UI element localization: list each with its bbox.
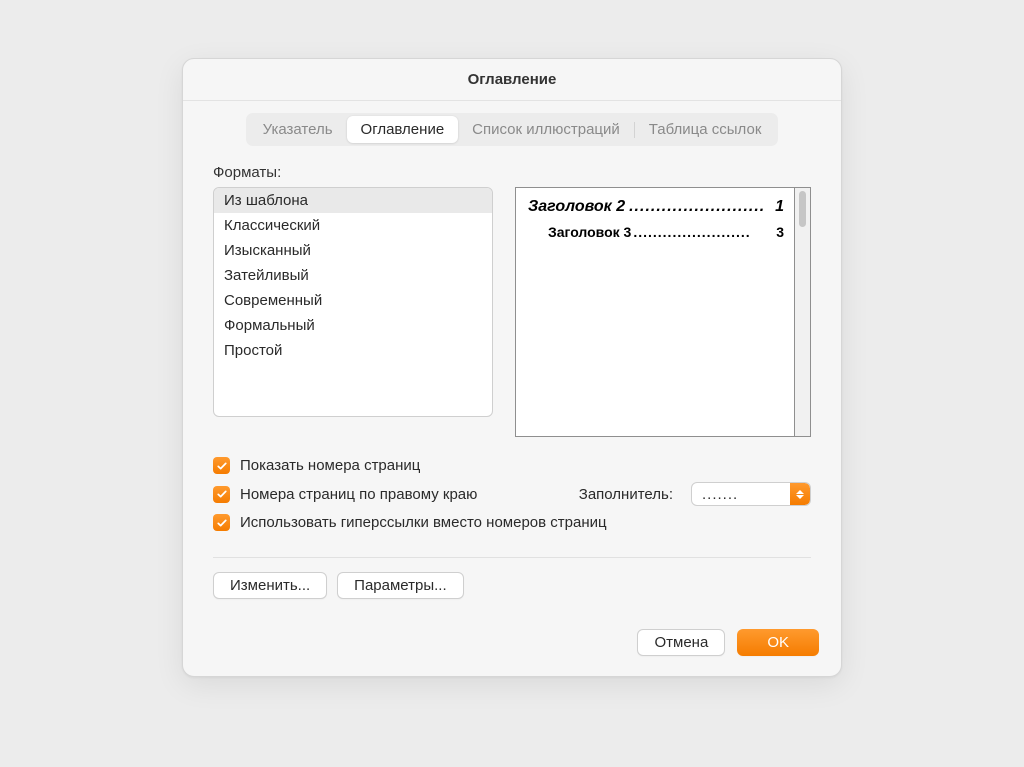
preview-scrollbar[interactable]: [795, 187, 811, 437]
formats-label: Форматы:: [213, 164, 811, 181]
formats-listbox[interactable]: Из шаблона Классический Изысканный Затей…: [213, 187, 493, 417]
checkbox-label: Номера страниц по правому краю: [240, 486, 477, 503]
preview-dots: ........................: [633, 224, 774, 240]
checkbox-checked-icon[interactable]: [213, 486, 230, 503]
dialog-title: Оглавление: [183, 59, 841, 101]
preview-line-2: Заголовок 3 ........................ 3: [526, 220, 786, 244]
tabs-row: Указатель Оглавление Список иллюстраций …: [183, 101, 841, 154]
columns: Из шаблона Классический Изысканный Затей…: [213, 187, 811, 437]
checkbox-row-right-align[interactable]: Номера страниц по правому краю Заполните…: [213, 478, 811, 510]
checkbox-checked-icon[interactable]: [213, 514, 230, 531]
tab-references[interactable]: Таблица ссылок: [635, 116, 776, 143]
checkbox-row-hyperlinks[interactable]: Использовать гиперссылки вместо номеров …: [213, 510, 811, 535]
filler-value: .......: [702, 486, 738, 503]
checkbox-group: Показать номера страниц Номера страниц п…: [213, 453, 811, 535]
checkbox-checked-icon[interactable]: [213, 457, 230, 474]
options-button[interactable]: Параметры...: [337, 572, 463, 599]
checkbox-label: Показать номера страниц: [240, 457, 420, 474]
format-item[interactable]: Простой: [214, 338, 492, 363]
checkbox-label: Использовать гиперссылки вместо номеров …: [240, 514, 607, 531]
ok-button[interactable]: OK: [737, 629, 819, 656]
preview-heading: Заголовок 3: [548, 224, 631, 240]
tab-index[interactable]: Указатель: [249, 116, 347, 143]
format-item[interactable]: Затейливый: [214, 263, 492, 288]
select-stepper-icon: [790, 483, 810, 505]
preview-page: 1: [775, 198, 784, 216]
format-item[interactable]: Современный: [214, 288, 492, 313]
modify-button[interactable]: Изменить...: [213, 572, 327, 599]
tab-toc[interactable]: Оглавление: [347, 116, 459, 143]
format-item[interactable]: Изысканный: [214, 238, 492, 263]
cancel-button[interactable]: Отмена: [637, 629, 725, 656]
format-item[interactable]: Формальный: [214, 313, 492, 338]
checkbox-row-show-pages[interactable]: Показать номера страниц: [213, 453, 811, 478]
filler-select[interactable]: .......: [691, 482, 811, 506]
dialog-footer: Отмена OK: [183, 613, 841, 676]
divider: [213, 557, 811, 558]
tab-illustrations[interactable]: Список иллюстраций: [458, 116, 634, 143]
tabs-segmented: Указатель Оглавление Список иллюстраций …: [246, 113, 779, 146]
filler-label: Заполнитель:: [579, 486, 673, 503]
dialog-body: Форматы: Из шаблона Классический Изыскан…: [183, 154, 841, 613]
format-item[interactable]: Классический: [214, 213, 492, 238]
preview-heading: Заголовок 2: [528, 198, 625, 216]
format-item[interactable]: Из шаблона: [214, 188, 492, 213]
secondary-buttons: Изменить... Параметры...: [213, 572, 811, 599]
dialog-window: Оглавление Указатель Оглавление Список и…: [182, 58, 842, 677]
scrollbar-thumb[interactable]: [799, 191, 806, 227]
preview-pane: Заголовок 2 ......................... 1 …: [515, 187, 795, 437]
preview-page: 3: [776, 224, 784, 240]
preview-wrap: Заголовок 2 ......................... 1 …: [515, 187, 811, 437]
preview-line-1: Заголовок 2 ......................... 1: [526, 194, 786, 220]
preview-dots: .........................: [629, 198, 771, 216]
